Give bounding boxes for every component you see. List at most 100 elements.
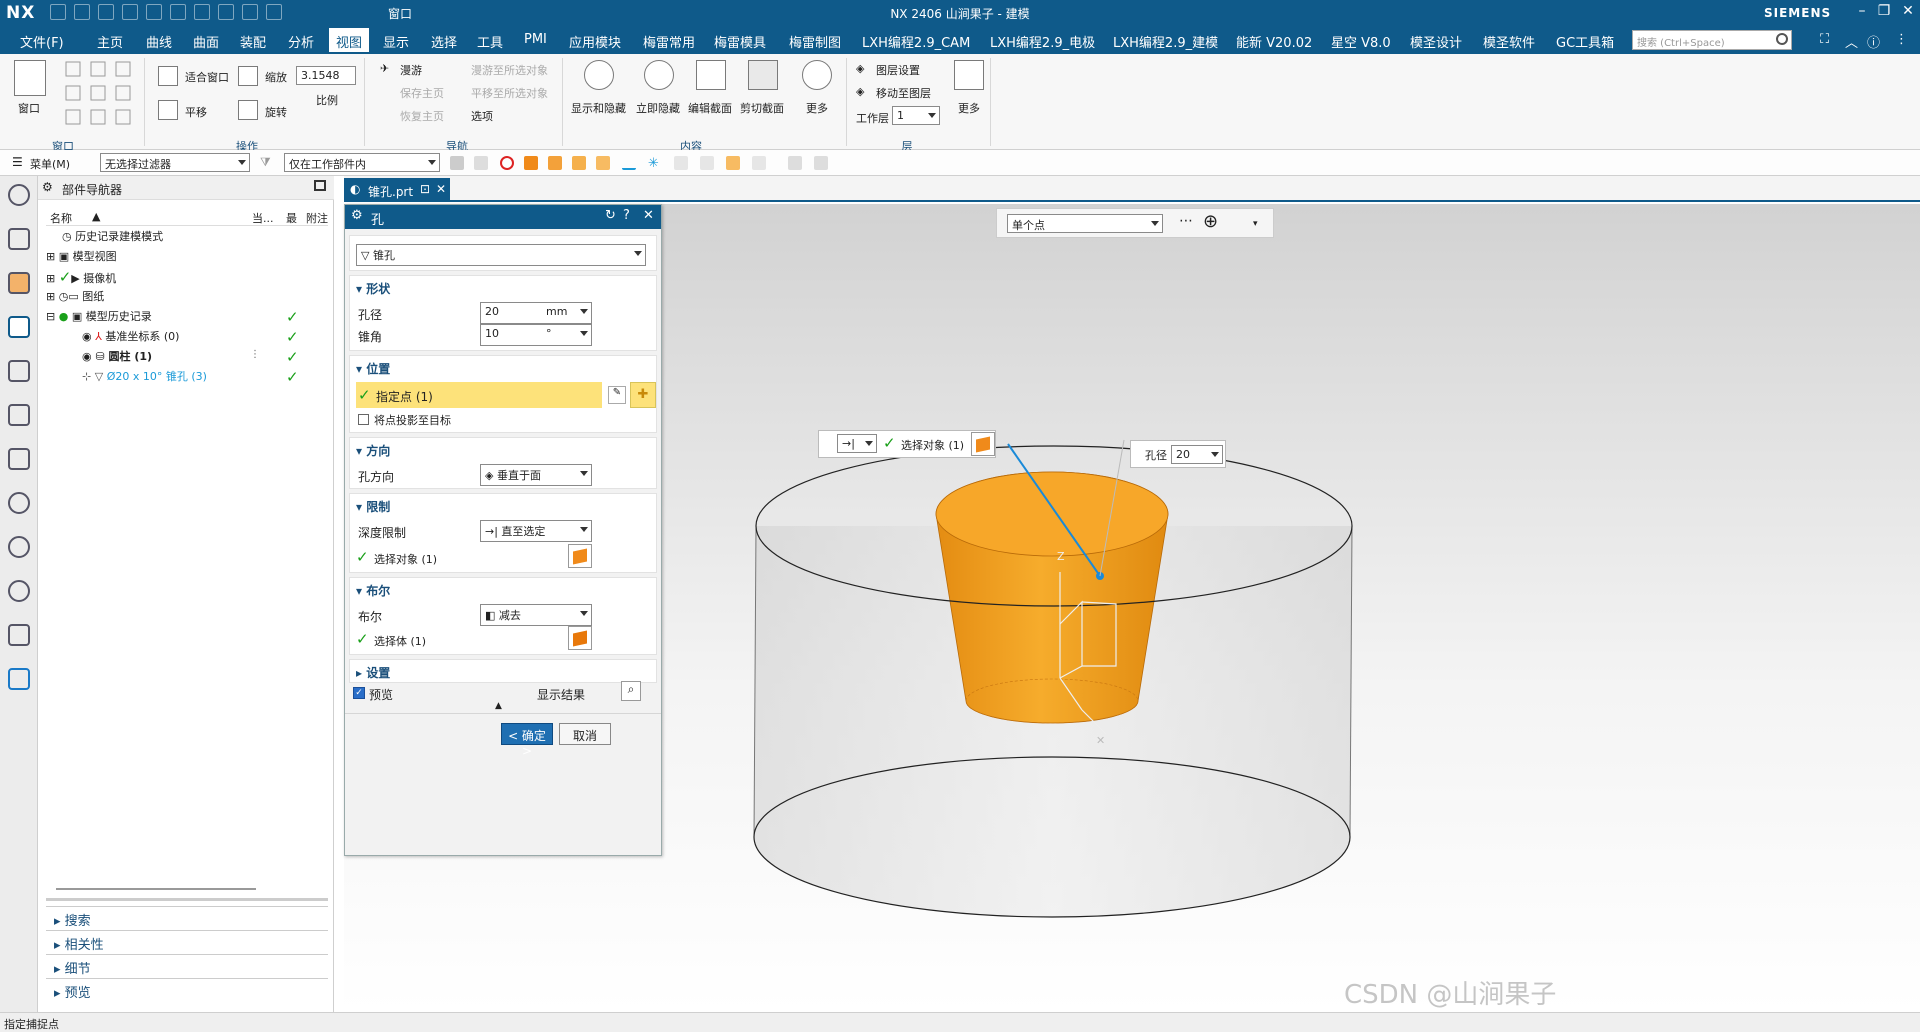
menu-pmi[interactable]: PMI xyxy=(524,32,547,47)
restore-button[interactable]: ❐ xyxy=(1874,3,1894,19)
fit-window-icon[interactable] xyxy=(158,66,178,86)
hide-now-button[interactable]: 立即隐藏 xyxy=(636,100,680,116)
expand-icon[interactable]: ⊞ xyxy=(46,290,59,303)
more-icon[interactable]: ⋮ xyxy=(1895,32,1908,47)
body-icon[interactable] xyxy=(596,156,610,170)
cancel-button[interactable]: 取消 xyxy=(559,723,611,745)
panel-details[interactable]: ▸ 细节 xyxy=(46,954,328,977)
voice-icon[interactable] xyxy=(242,4,258,20)
work-layer-select[interactable]: 1 xyxy=(892,106,940,125)
pan-icon[interactable] xyxy=(158,100,178,120)
help-icon[interactable]: ⓘ xyxy=(1867,32,1880,51)
layer-settings-button[interactable]: 图层设置 xyxy=(876,62,920,78)
fullscreen-icon[interactable]: ⛶ xyxy=(1820,32,1829,47)
history-icon[interactable] xyxy=(8,492,30,514)
move-layer-icon[interactable]: ◈ xyxy=(856,85,864,98)
menu-tools[interactable]: 工具 xyxy=(477,32,503,51)
tree-row[interactable]: ◷ 历史记录建模模式 xyxy=(62,228,163,248)
hd3d-tools-icon[interactable] xyxy=(8,404,30,426)
process-studio-icon[interactable] xyxy=(8,624,30,646)
clock-icon[interactable] xyxy=(8,580,30,602)
tree-row[interactable]: ⊞ ✓▶ 摄像机 xyxy=(46,268,116,288)
more-layer-button[interactable]: 更多 xyxy=(958,100,980,116)
role-icon[interactable] xyxy=(8,668,30,690)
menu-xingkong[interactable]: 星空 V8.0 xyxy=(1331,32,1391,51)
filter-reset-icon[interactable]: ⧩ xyxy=(260,155,271,170)
snap-mode-select[interactable]: 单个点 xyxy=(1007,214,1163,233)
tree-row[interactable]: ⊞ ◷▭ 图纸 xyxy=(46,288,104,308)
col-current[interactable]: 当... xyxy=(252,210,274,226)
hidden-dot-icon[interactable]: ⊹ xyxy=(82,370,95,383)
menu-meilei-mold[interactable]: 梅雷模具 xyxy=(714,32,766,51)
dialog-gear-icon[interactable]: ⚙ xyxy=(351,208,363,223)
select-object-button[interactable] xyxy=(971,432,995,456)
settings-icon[interactable] xyxy=(8,184,30,206)
hamburger-icon[interactable]: ☰ xyxy=(12,155,23,169)
menu-view[interactable]: 视图 xyxy=(329,28,370,52)
rotate-icon[interactable] xyxy=(238,100,258,120)
reset-icon[interactable]: ↻ xyxy=(605,208,616,223)
window-menu[interactable]: 窗口 xyxy=(388,5,412,22)
layer-settings-icon[interactable]: ◈ xyxy=(856,62,864,75)
menu-lxh-modeling[interactable]: LXH编程2.9_建模 xyxy=(1113,32,1218,51)
eye-icon[interactable]: ◉ xyxy=(82,330,95,343)
fit-window-button[interactable]: 适合窗口 xyxy=(185,69,229,85)
zoom-icon[interactable] xyxy=(238,66,258,86)
selection-icon-7[interactable] xyxy=(788,156,802,170)
dialog-close-icon[interactable]: ✕ xyxy=(643,208,654,223)
clip-section-button[interactable]: 剪切截面 xyxy=(740,100,784,116)
collapse-icon[interactable]: ⊟ xyxy=(46,310,59,323)
hole-diameter-onscreen-input[interactable]: 20 xyxy=(1171,445,1223,464)
edit-section-button[interactable]: 编辑截面 xyxy=(688,100,732,116)
preview-checkbox[interactable]: ✓ xyxy=(353,687,365,699)
save-icon[interactable] xyxy=(50,4,66,20)
sketch-section-icon[interactable]: ✎ xyxy=(608,386,626,404)
pan-to-object-button[interactable]: 平移至所选对象 xyxy=(471,85,548,101)
show-hide-button[interactable]: 显示和隐藏 xyxy=(571,100,626,116)
solid-body-icon[interactable] xyxy=(524,156,538,170)
rotate-button[interactable]: 旋转 xyxy=(265,104,287,120)
sort-ascending-icon[interactable]: ▲ xyxy=(92,210,100,223)
move-to-layer-button[interactable]: 移动至图层 xyxy=(876,85,931,101)
depth-limit-select[interactable]: →| 直至选定 xyxy=(480,520,592,542)
menu-mosheng-software[interactable]: 模圣软件 xyxy=(1483,32,1535,51)
expand-icon[interactable]: ⊞ xyxy=(46,272,59,285)
tab-menu-icon[interactable]: ⊡ xyxy=(420,182,430,196)
minimize-button[interactable]: – xyxy=(1852,3,1872,19)
part-navigator-icon[interactable] xyxy=(8,316,30,338)
limit-type-select[interactable]: →| xyxy=(837,434,877,453)
pan-button[interactable]: 平移 xyxy=(185,104,207,120)
touch-mode-icon[interactable] xyxy=(218,4,234,20)
cut-icon[interactable] xyxy=(122,4,138,20)
zoom-scale-input[interactable]: 3.1548 xyxy=(296,66,356,85)
angle-unit-select[interactable]: ° xyxy=(542,324,592,346)
edit-section-icon[interactable] xyxy=(696,60,726,90)
menu-home[interactable]: 主页 xyxy=(97,32,123,51)
roam-icon[interactable]: ✈ xyxy=(380,62,389,75)
project-point-checkbox[interactable] xyxy=(358,414,369,425)
selection-filter-select[interactable]: 无选择过滤器 xyxy=(100,153,250,172)
cone-hole-preview[interactable] xyxy=(935,471,1169,724)
copy-icon[interactable] xyxy=(146,4,162,20)
stop-icon[interactable] xyxy=(500,156,514,170)
menu-file[interactable]: 文件(F) xyxy=(20,32,64,51)
assembly-navigator-icon[interactable] xyxy=(8,228,30,250)
splitter[interactable] xyxy=(46,898,328,901)
tree-row[interactable]: ◉ ⛁ 圆柱 (1) xyxy=(82,348,152,368)
menu-gc-toolbox[interactable]: GC工具箱 xyxy=(1556,32,1614,51)
hide-now-icon[interactable] xyxy=(644,60,674,90)
layers-more-icon[interactable] xyxy=(954,60,984,90)
boolean-header[interactable]: ▾ 布尔 xyxy=(356,582,390,599)
search-icon[interactable] xyxy=(1776,33,1788,45)
selection-icon-2[interactable] xyxy=(474,156,488,170)
menu-meilei-drawing[interactable]: 梅雷制图 xyxy=(789,32,841,51)
menu-surface[interactable]: 曲面 xyxy=(193,32,219,51)
window-switch-icon[interactable] xyxy=(266,4,282,20)
more-content-icon[interactable] xyxy=(802,60,832,90)
col-latest[interactable]: 最 xyxy=(286,210,297,226)
snap-target-icon[interactable]: ⊕ xyxy=(1203,211,1218,232)
menu-button[interactable]: 菜单(M) xyxy=(30,156,70,172)
menu-meilei-common[interactable]: 梅雷常用 xyxy=(643,32,695,51)
show-hide-icon[interactable] xyxy=(584,60,614,90)
feature-icon[interactable] xyxy=(572,156,586,170)
